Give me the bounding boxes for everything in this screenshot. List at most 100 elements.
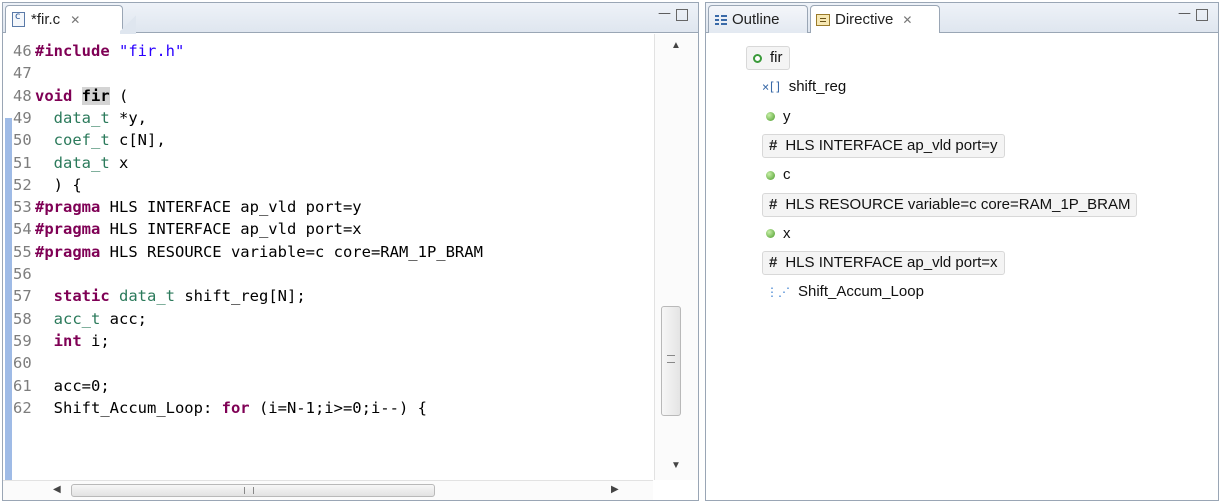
code-token: #include	[35, 42, 110, 60]
change-ruler	[3, 34, 12, 480]
scroll-right-icon[interactable]: ▶	[611, 484, 619, 495]
editor-window-controls: —	[658, 7, 688, 21]
code-line[interactable]: 60	[13, 352, 35, 374]
tree-item-label: y	[783, 107, 791, 125]
directive-pane: Outline Directive ✕ — fir ×[] shift_reg y # H…	[705, 2, 1219, 501]
tree-item[interactable]: y	[766, 105, 791, 129]
code-line[interactable]: 61 acc=0;	[13, 375, 110, 397]
close-icon[interactable]: ✕	[70, 13, 80, 27]
code-line[interactable]: 47	[13, 62, 35, 84]
line-number: 48	[13, 86, 32, 105]
line-number: 62	[13, 398, 32, 417]
vertical-scroll-thumb[interactable]	[661, 306, 681, 416]
code-token: *y,	[109, 108, 147, 127]
variable-icon	[766, 170, 775, 180]
line-number: 60	[13, 354, 32, 373]
line-number: 52	[13, 175, 32, 194]
horizontal-scrollbar[interactable]: ◀ ▶	[3, 480, 653, 500]
line-number: 46	[13, 42, 32, 60]
line-number: 53	[13, 198, 32, 217]
code-token: shift_reg[N];	[175, 287, 306, 306]
tree-item-label: HLS INTERFACE ap_vld port=y	[785, 136, 998, 154]
tree-item-label: x	[783, 224, 791, 242]
code-editor[interactable]: 46 #include "fir.h" 47 48 void fir (49 data_…	[3, 34, 653, 480]
variable-icon	[766, 229, 775, 239]
code-token: "fir.h"	[119, 42, 185, 60]
code-line[interactable]: 56	[13, 263, 35, 285]
code-line[interactable]: 51 data_t x	[13, 152, 128, 174]
vertical-scrollbar[interactable]: ▲ ▼	[654, 34, 698, 480]
close-icon[interactable]: ✕	[902, 13, 912, 27]
tab-outline[interactable]: Outline	[708, 5, 808, 33]
array-icon: ×[]	[762, 80, 782, 95]
code-token: i;	[81, 331, 110, 350]
code-token: for	[221, 398, 250, 417]
line-number: 47	[13, 64, 32, 83]
code-line[interactable]: 57 static data_t shift_reg[N];	[13, 285, 306, 307]
horizontal-scroll-thumb[interactable]	[71, 484, 435, 497]
code-token: #pragma	[35, 242, 101, 261]
tab-fir-c[interactable]: *fir.c ✕	[5, 5, 136, 34]
code-token: HLS INTERFACE ap_vld port=x	[100, 220, 362, 239]
line-number: 57	[13, 287, 32, 306]
tree-item[interactable]: c	[766, 163, 791, 187]
code-token: HLS RESOURCE variable=c core=RAM_1P_BRAM	[100, 242, 483, 261]
editor-tabbar: *fir.c ✕ —	[3, 3, 698, 34]
code-line[interactable]: 58 acc_t acc;	[13, 308, 147, 330]
code-line[interactable]: 55 #pragma HLS RESOURCE variable=c core=R…	[13, 241, 483, 263]
tree-item-label: fir	[770, 49, 783, 66]
code-line[interactable]: 62 Shift_Accum_Loop: for (i=N-1;i>=0;i--…	[13, 397, 427, 419]
line-number: 54	[13, 220, 32, 239]
code-token: (i=N-1;i>=0;i--) {	[249, 398, 427, 417]
code-token: x	[109, 153, 129, 172]
code-line[interactable]: 49 data_t *y,	[13, 107, 147, 129]
code-line[interactable]: 46 #include "fir.h"	[13, 40, 184, 62]
code-token: acc;	[100, 309, 148, 328]
code-token: void	[35, 86, 73, 105]
code-token: int	[53, 331, 82, 350]
variable-icon	[766, 112, 775, 122]
line-number: 55	[13, 242, 32, 261]
tree-item[interactable]: ×[] shift_reg	[762, 75, 846, 99]
code-line[interactable]: 50 coef_t c[N],	[13, 129, 166, 151]
tab-directive[interactable]: Directive ✕	[810, 5, 940, 33]
code-token: acc_t	[53, 309, 101, 328]
tree-item[interactable]: ⋮⋰ Shift_Accum_Loop	[766, 280, 924, 304]
tree-item[interactable]: # HLS INTERFACE ap_vld port=x	[762, 251, 1005, 276]
tree-item[interactable]: x	[766, 222, 791, 246]
c-file-icon	[12, 11, 25, 27]
tree-item-label: c	[783, 166, 791, 184]
minimize-icon[interactable]: —	[658, 7, 671, 21]
scroll-down-icon[interactable]: ▼	[671, 460, 681, 471]
code-token: coef_t	[53, 131, 110, 150]
line-number: 50	[13, 131, 32, 150]
code-line[interactable]: 52 ) {	[13, 174, 82, 196]
tree-item[interactable]: # HLS INTERFACE ap_vld port=y	[762, 133, 1005, 158]
function-icon	[753, 53, 762, 63]
maximize-icon[interactable]	[676, 9, 688, 21]
tree-item-label: HLS INTERFACE ap_vld port=x	[785, 254, 998, 272]
code-line[interactable]: 59 int i;	[13, 330, 110, 352]
tree-item[interactable]: # HLS RESOURCE variable=c core=RAM_1P_BRA…	[762, 192, 1138, 217]
line-number: 58	[13, 309, 32, 328]
code-token: ) {	[35, 175, 82, 194]
code-line[interactable]: 48 void fir (	[13, 85, 128, 107]
tree-item[interactable]: fir	[746, 46, 790, 70]
code-line[interactable]: 53 #pragma HLS INTERFACE ap_vld port=y	[13, 196, 362, 218]
maximize-icon[interactable]	[1196, 9, 1208, 21]
directive-hash-icon: #	[769, 254, 778, 272]
code-token: acc=0;	[35, 376, 110, 395]
scroll-left-icon[interactable]: ◀	[53, 484, 61, 495]
code-token: fir	[81, 86, 110, 105]
minimize-icon[interactable]: —	[1178, 7, 1191, 21]
tab-directive-label: Directive	[835, 11, 894, 28]
code-line[interactable]: 54 #pragma HLS INTERFACE ap_vld port=x	[13, 218, 362, 240]
scroll-up-icon[interactable]: ▲	[671, 40, 681, 51]
